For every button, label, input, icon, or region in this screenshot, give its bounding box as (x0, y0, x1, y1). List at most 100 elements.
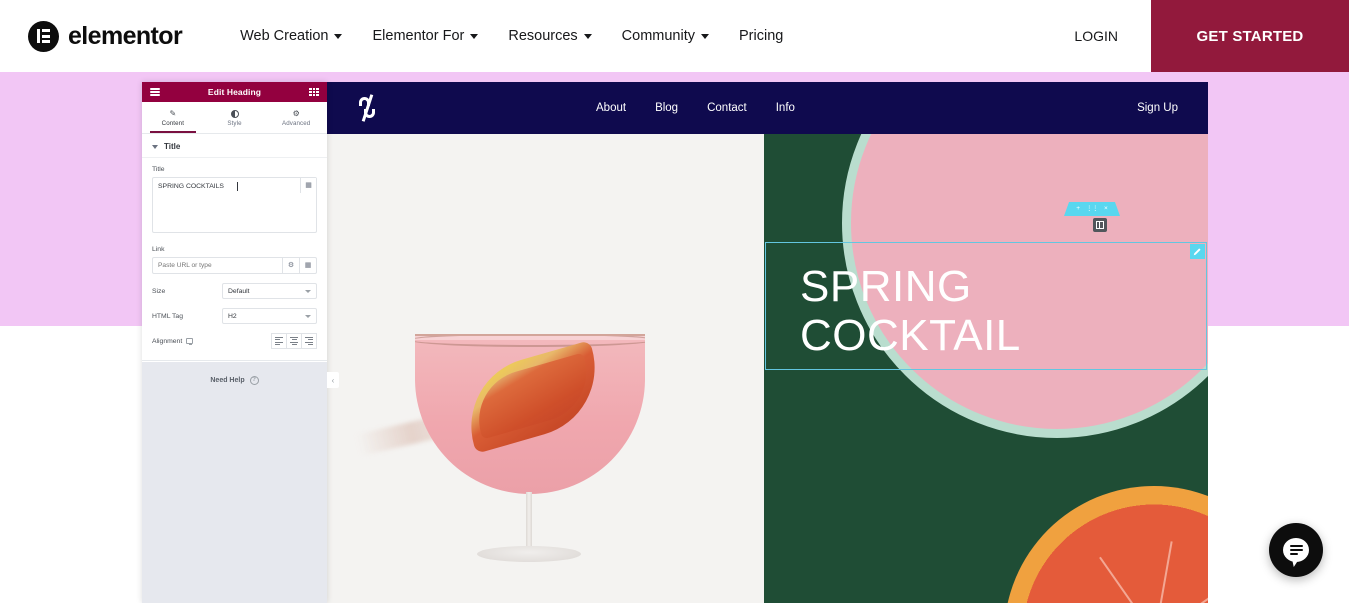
monitor-icon[interactable] (186, 338, 194, 345)
cocktail-glass-image (415, 334, 645, 564)
panel-content-scroll: Title Title ▦ Link ⚙ (142, 134, 327, 362)
preview-nav-contact[interactable]: Contact (707, 102, 747, 114)
panel-tabs: ✎ Content Style ⚙ Advanced (142, 102, 327, 134)
heading-line-1: SPRING (800, 262, 972, 311)
panel-divider (142, 360, 327, 361)
alignment-label-wrap: Alignment (152, 338, 222, 345)
chat-widget-button[interactable] (1269, 523, 1323, 577)
tab-label: Advanced (282, 120, 311, 127)
tab-label: Content (161, 120, 185, 127)
chevron-down-icon (305, 314, 311, 318)
chevron-down-icon (334, 33, 343, 39)
panel-title: Edit Heading (207, 87, 262, 97)
orange-slice-graphic (1004, 486, 1208, 603)
hamburger-icon[interactable] (150, 87, 160, 97)
align-center-button[interactable] (286, 333, 302, 349)
nav-label: Pricing (739, 28, 784, 44)
top-nav-actions: LOGIN GET STARTED (1041, 0, 1349, 72)
nav-item-web-creation[interactable]: Web Creation (240, 28, 343, 44)
heading-line-2: COCKTAIL (800, 311, 1021, 361)
panel-footer: Need Help ? (142, 361, 327, 603)
link-field-label: Link (152, 246, 165, 253)
question-circle-icon: ? (249, 375, 259, 385)
size-value: Default (228, 287, 250, 295)
tab-advanced[interactable]: ⚙ Advanced (265, 102, 327, 133)
editor-canvas-preview: About Blog Contact Info Sign Up SPRING C… (327, 82, 1208, 603)
grapefruit-slice (454, 340, 612, 454)
need-help-button[interactable]: Need Help ? (210, 375, 259, 385)
chevron-down-icon (470, 33, 479, 39)
database-icon: ▦ (304, 262, 312, 269)
chevron-down-icon (701, 33, 709, 39)
text-cursor (237, 182, 238, 191)
preview-nav-info[interactable]: Info (776, 102, 795, 114)
chat-bubble-icon (1283, 538, 1309, 562)
nav-item-community[interactable]: Community (622, 28, 709, 44)
link-input[interactable] (153, 258, 282, 273)
elementor-editor-page: elementor Web Creation Elementor For Res… (0, 0, 1349, 603)
get-started-button[interactable]: GET STARTED (1151, 0, 1349, 72)
cocktail-photo-column[interactable] (327, 134, 764, 603)
nav-item-pricing[interactable]: Pricing (739, 28, 783, 44)
nav-label: Web Creation (240, 28, 329, 44)
align-left-button[interactable] (271, 333, 287, 349)
size-select[interactable]: Default (222, 283, 317, 299)
heading-edit-badge[interactable] (1190, 244, 1205, 259)
html-tag-control-row: HTML Tag H2 (142, 299, 327, 324)
close-icon[interactable]: × (1104, 205, 1108, 213)
link-dynamic-tags-button[interactable]: ▦ (299, 258, 316, 273)
glass-stem (526, 492, 532, 550)
gear-icon: ⚙ (292, 109, 300, 118)
title-input[interactable] (152, 177, 317, 233)
site-top-navigation: elementor Web Creation Elementor For Res… (0, 0, 1349, 72)
nav-label: Resources (508, 28, 578, 44)
section-title-label: Title (164, 142, 181, 151)
nav-label: Community (621, 28, 695, 44)
glass-foot (477, 546, 581, 562)
nav-item-resources[interactable]: Resources (508, 28, 592, 44)
nav-item-elementor-for[interactable]: Elementor For (372, 28, 479, 44)
column-handle-button[interactable] (1093, 218, 1107, 232)
plus-icon[interactable]: + (1076, 205, 1080, 213)
grid-icon[interactable] (309, 87, 319, 97)
tab-label: Style (227, 120, 242, 127)
elementor-editor-panel: Edit Heading ✎ Content Style ⚙ Advanced (142, 82, 327, 603)
chevron-down-icon (305, 289, 311, 293)
need-help-label: Need Help (210, 376, 245, 384)
title-field-group: Title ▦ (142, 158, 327, 238)
preview-nav-links: About Blog Contact Info (596, 102, 795, 114)
top-nav-links: Web Creation Elementor For Resources Com… (240, 28, 783, 44)
section-title-header[interactable]: Title (142, 134, 327, 158)
login-button[interactable]: LOGIN (1041, 28, 1151, 44)
chevron-down-icon (583, 33, 592, 39)
html-tag-label: HTML Tag (152, 312, 183, 320)
database-icon: ▦ (305, 182, 312, 189)
tab-content[interactable]: ✎ Content (142, 102, 204, 133)
panel-collapse-button[interactable]: ‹ (327, 372, 339, 388)
heading-art-column[interactable]: SPRING COCKTAIL (764, 134, 1208, 603)
preview-site-nav: About Blog Contact Info Sign Up (327, 82, 1208, 134)
link-options-button[interactable]: ⚙ (282, 258, 299, 273)
column-icon (1096, 220, 1104, 229)
preview-nav-signup[interactable]: Sign Up (1137, 102, 1178, 114)
elementor-logo-icon (28, 20, 59, 52)
pencil-icon (1193, 248, 1201, 256)
align-right-button[interactable] (301, 333, 317, 349)
heading-widget-text: SPRING COCKTAIL (800, 262, 1200, 361)
title-dynamic-tags-button[interactable]: ▦ (300, 178, 316, 193)
html-tag-select[interactable]: H2 (222, 308, 317, 324)
preview-nav-about[interactable]: About (596, 102, 626, 114)
drag-dots-icon[interactable]: ⋮⋮ (1086, 205, 1099, 213)
nav-label: Elementor For (372, 28, 465, 44)
preview-nav-blog[interactable]: Blog (655, 102, 678, 114)
alignment-label: Alignment (152, 337, 183, 345)
site-logo-icon[interactable] (357, 94, 379, 122)
alignment-control-row: Alignment (142, 324, 327, 349)
panel-header: Edit Heading (142, 82, 327, 102)
elementor-brand[interactable]: elementor (28, 20, 183, 52)
contrast-icon (230, 110, 239, 118)
gear-icon: ⚙ (287, 262, 295, 269)
title-textarea-wrap: ▦ (152, 177, 317, 238)
chevron-down-icon (152, 144, 158, 149)
tab-style[interactable]: Style (204, 102, 266, 133)
